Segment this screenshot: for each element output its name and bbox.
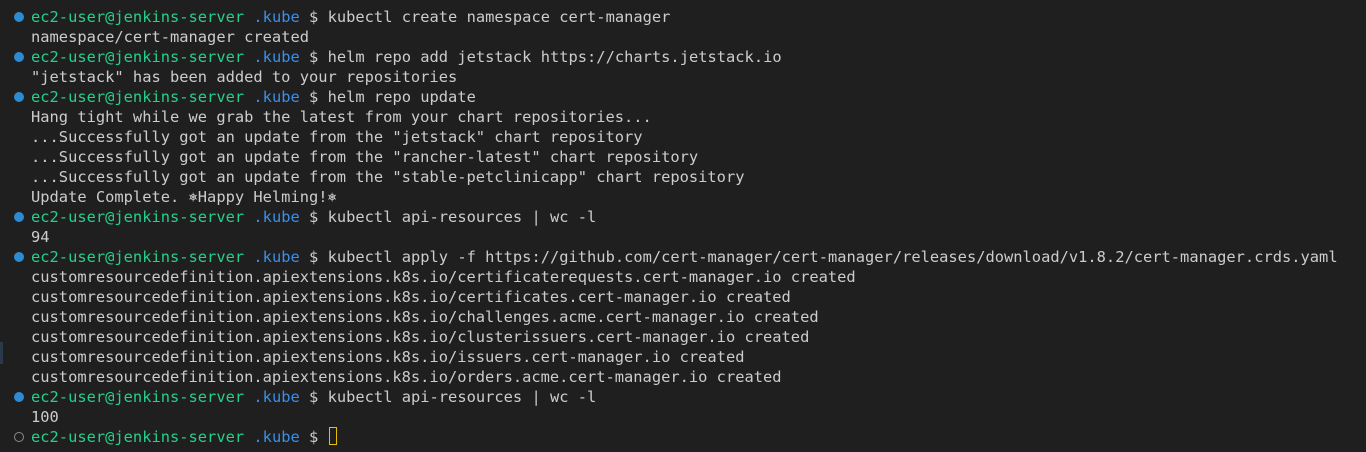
output-text: customresourcedefinition.apiextensions.k… xyxy=(31,268,856,286)
output-line: ...Successfully got an update from the "… xyxy=(0,127,1366,147)
prompt-user-host: ec2-user@jenkins-server xyxy=(31,208,245,226)
output-text: ...Successfully got an update from the "… xyxy=(31,148,699,166)
terminal-panel[interactable]: ec2-user@jenkins-server .kube $ kubectl … xyxy=(0,0,1366,452)
prompt-symbol: $ xyxy=(309,88,319,106)
output-text: customresourcedefinition.apiextensions.k… xyxy=(31,328,810,346)
output-text: 100 xyxy=(31,408,59,426)
output-line: customresourcedefinition.apiextensions.k… xyxy=(0,307,1366,327)
command-success-decoration-icon[interactable] xyxy=(14,392,24,402)
output-text: customresourcedefinition.apiextensions.k… xyxy=(31,348,745,366)
output-line: Hang tight while we grab the latest from… xyxy=(0,107,1366,127)
command-text: kubectl apply -f https://github.com/cert… xyxy=(327,248,1338,266)
prompt-directory: .kube xyxy=(253,8,300,26)
output-line: customresourcedefinition.apiextensions.k… xyxy=(0,327,1366,347)
command-success-decoration-icon[interactable] xyxy=(14,52,24,62)
prompt-directory: .kube xyxy=(253,388,300,406)
prompt-symbol: $ xyxy=(309,8,319,26)
command-line: ec2-user@jenkins-server .kube $ kubectl … xyxy=(0,7,1366,27)
output-text: "jetstack" has been added to your reposi… xyxy=(31,68,458,86)
output-line: "jetstack" has been added to your reposi… xyxy=(0,67,1366,87)
command-success-decoration-icon[interactable] xyxy=(14,212,24,222)
command-success-decoration-icon[interactable] xyxy=(14,252,24,262)
output-line: 94 xyxy=(0,227,1366,247)
output-text: customresourcedefinition.apiextensions.k… xyxy=(31,288,791,306)
output-line: customresourcedefinition.apiextensions.k… xyxy=(0,347,1366,367)
command-text: helm repo update xyxy=(327,88,476,106)
prompt-user-host: ec2-user@jenkins-server xyxy=(31,88,245,106)
prompt-directory: .kube xyxy=(253,208,300,226)
prompt-symbol: $ xyxy=(309,248,319,266)
command-line: ec2-user@jenkins-server .kube $ helm rep… xyxy=(0,87,1366,107)
output-line: ...Successfully got an update from the "… xyxy=(0,167,1366,187)
prompt-symbol: $ xyxy=(309,48,319,66)
command-text: kubectl api-resources | wc -l xyxy=(327,388,597,406)
output-text: ...Successfully got an update from the "… xyxy=(31,128,643,146)
prompt-symbol: $ xyxy=(309,388,319,406)
prompt-directory: .kube xyxy=(253,428,300,446)
output-text: Hang tight while we grab the latest from… xyxy=(31,108,652,126)
output-text: customresourcedefinition.apiextensions.k… xyxy=(31,368,782,386)
command-line: ec2-user@jenkins-server .kube $ helm rep… xyxy=(0,47,1366,67)
active-prompt-line: ec2-user@jenkins-server .kube $ xyxy=(0,427,1366,447)
prompt-directory: .kube xyxy=(253,88,300,106)
output-line: ...Successfully got an update from the "… xyxy=(0,147,1366,167)
output-text: 94 xyxy=(31,228,50,246)
prompt-user-host: ec2-user@jenkins-server xyxy=(31,248,245,266)
prompt-user-host: ec2-user@jenkins-server xyxy=(31,428,245,446)
command-text: kubectl api-resources | wc -l xyxy=(327,208,597,226)
command-line: ec2-user@jenkins-server .kube $ kubectl … xyxy=(0,387,1366,407)
terminal-cursor[interactable] xyxy=(328,427,337,445)
output-line: customresourcedefinition.apiextensions.k… xyxy=(0,367,1366,387)
prompt-user-host: ec2-user@jenkins-server xyxy=(31,8,245,26)
command-text: helm repo add jetstack https://charts.je… xyxy=(327,48,782,66)
output-line: namespace/cert-manager created xyxy=(0,27,1366,47)
output-text: ...Successfully got an update from the "… xyxy=(31,168,745,186)
command-text: kubectl create namespace cert-manager xyxy=(327,8,671,26)
prompt-symbol: $ xyxy=(309,208,319,226)
output-line: Update Complete. ⎈Happy Helming!⎈ xyxy=(0,187,1366,207)
prompt-user-host: ec2-user@jenkins-server xyxy=(31,48,245,66)
prompt-directory: .kube xyxy=(253,48,300,66)
prompt-symbol: $ xyxy=(309,428,319,446)
command-success-decoration-icon[interactable] xyxy=(14,12,24,22)
output-line: 100 xyxy=(0,407,1366,427)
output-text: Update Complete. ⎈Happy Helming!⎈ xyxy=(31,188,337,206)
output-line: customresourcedefinition.apiextensions.k… xyxy=(0,267,1366,287)
output-text: customresourcedefinition.apiextensions.k… xyxy=(31,308,819,326)
prompt-directory: .kube xyxy=(253,248,300,266)
command-line: ec2-user@jenkins-server .kube $ kubectl … xyxy=(0,247,1366,267)
output-text: namespace/cert-manager created xyxy=(31,28,309,46)
output-line: customresourcedefinition.apiextensions.k… xyxy=(0,287,1366,307)
prompt-user-host: ec2-user@jenkins-server xyxy=(31,388,245,406)
command-line: ec2-user@jenkins-server .kube $ kubectl … xyxy=(0,207,1366,227)
command-success-decoration-icon[interactable] xyxy=(14,92,24,102)
command-pending-decoration-icon[interactable] xyxy=(14,432,24,442)
